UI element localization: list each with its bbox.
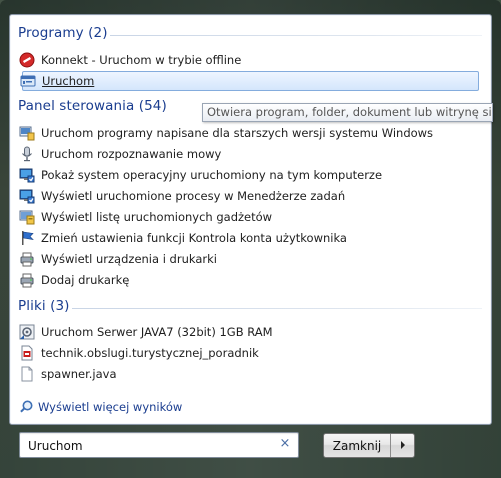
result-item-uruchom[interactable]: Uruchom bbox=[20, 71, 479, 91]
result-item-label: technik.obslugi.turystycznej_poradnik bbox=[41, 346, 259, 360]
result-item-uac[interactable]: Zmień ustawienia funkcji Kontrola konta … bbox=[19, 228, 479, 248]
result-item-label: Zmień ustawienia funkcji Kontrola konta … bbox=[41, 231, 347, 245]
result-item-speech[interactable]: Uruchom rozpoznawanie mowy bbox=[19, 144, 479, 164]
result-item-label: Uruchom rozpoznawanie mowy bbox=[41, 147, 222, 161]
section-header-files[interactable]: Pliki (3) bbox=[18, 298, 70, 318]
tooltip: Otwiera program, folder, dokument lub wi… bbox=[202, 103, 493, 122]
run-dialog-icon bbox=[20, 73, 36, 89]
search-input[interactable] bbox=[26, 436, 270, 456]
result-item-compatibility[interactable]: Uruchom programy napisane dla starszych … bbox=[19, 123, 479, 143]
shortcut-settings-icon bbox=[19, 324, 35, 340]
pdf-document-icon bbox=[19, 345, 35, 361]
result-item-label: Uruchom programy napisane dla starszych … bbox=[41, 126, 434, 140]
task-manager-icon bbox=[19, 188, 35, 204]
result-item-label: Uruchom Serwer JAVA7 (32bit) 1GB RAM bbox=[41, 325, 273, 339]
result-item-label: Konnekt - Uruchom w trybie offline bbox=[41, 53, 242, 67]
clear-search-icon[interactable]: × bbox=[278, 437, 292, 451]
result-item-label: Dodaj drukarkę bbox=[41, 273, 130, 287]
result-item-konnekt[interactable]: Konnekt - Uruchom w trybie offline bbox=[19, 50, 479, 70]
section-divider bbox=[110, 35, 482, 36]
search-results-panel: Programy (2) Konnekt - Uruchom w trybie … bbox=[9, 14, 492, 425]
result-item-spawner[interactable]: spawner.java bbox=[19, 364, 479, 384]
add-printer-icon bbox=[19, 272, 35, 288]
konnekt-offline-icon bbox=[19, 52, 35, 68]
result-item-task-manager[interactable]: Wyświetl uruchomione procesy w Menedżerz… bbox=[19, 186, 479, 206]
result-item-label: Wyświetl urządzenia i drukarki bbox=[41, 252, 217, 266]
section-divider bbox=[72, 308, 482, 309]
result-item-gadgets[interactable]: Wyświetl listę uruchomionych gadżetów bbox=[19, 207, 479, 227]
see-more-results-label: Wyświetl więcej wyników bbox=[38, 400, 183, 414]
compatibility-icon bbox=[19, 125, 35, 141]
blank-file-icon bbox=[19, 366, 35, 382]
result-item-label: Wyświetl listę uruchomionych gadżetów bbox=[41, 210, 273, 224]
shutdown-button[interactable]: Zamknij bbox=[324, 434, 391, 457]
search-icon bbox=[18, 399, 34, 415]
devices-printers-icon bbox=[19, 251, 35, 267]
result-item-label: Pokaż system operacyjny uruchomiony na t… bbox=[41, 168, 383, 182]
result-item-java-server[interactable]: Uruchom Serwer JAVA7 (32bit) 1GB RAM bbox=[19, 322, 479, 342]
section-header-control-panel[interactable]: Panel sterowania (54) bbox=[18, 98, 167, 118]
result-item-label: Wyświetl uruchomione procesy w Menedżerz… bbox=[41, 189, 346, 203]
gadgets-icon bbox=[19, 209, 35, 225]
result-item-label: spawner.java bbox=[41, 367, 117, 381]
result-item-devices[interactable]: Wyświetl urządzenia i drukarki bbox=[19, 249, 479, 269]
section-header-programs[interactable]: Programy (2) bbox=[18, 25, 108, 45]
result-item-add-printer[interactable]: Dodaj drukarkę bbox=[19, 270, 479, 290]
shutdown-button-group: Zamknij bbox=[323, 433, 415, 458]
result-item-pdf[interactable]: technik.obslugi.turystycznej_poradnik bbox=[19, 343, 479, 363]
result-item-system[interactable]: Pokaż system operacyjny uruchomiony na t… bbox=[19, 165, 479, 185]
chevron-right-icon bbox=[399, 439, 407, 453]
microphone-icon bbox=[19, 146, 35, 162]
result-item-label: Uruchom bbox=[42, 74, 95, 88]
search-box[interactable]: × bbox=[19, 432, 299, 458]
shutdown-options-button[interactable] bbox=[391, 434, 414, 457]
uac-flag-icon bbox=[19, 230, 35, 246]
system-icon bbox=[19, 167, 35, 183]
see-more-results-link[interactable]: Wyświetl więcej wyników bbox=[18, 399, 182, 415]
